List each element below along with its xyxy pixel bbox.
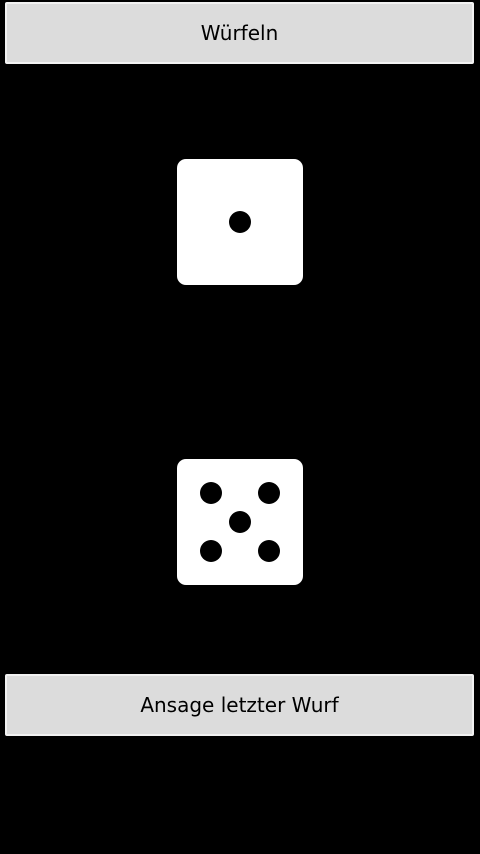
roll-dice-button[interactable]: Würfeln — [5, 2, 474, 64]
die-bottom — [177, 459, 303, 585]
die-pip — [258, 540, 280, 562]
die-pip — [200, 482, 222, 504]
die-pip — [200, 540, 222, 562]
die-pip — [229, 511, 251, 533]
die-pip — [229, 211, 251, 233]
announce-last-roll-button[interactable]: Ansage letzter Wurf — [5, 674, 474, 736]
die-top — [177, 159, 303, 285]
die-pip — [258, 482, 280, 504]
